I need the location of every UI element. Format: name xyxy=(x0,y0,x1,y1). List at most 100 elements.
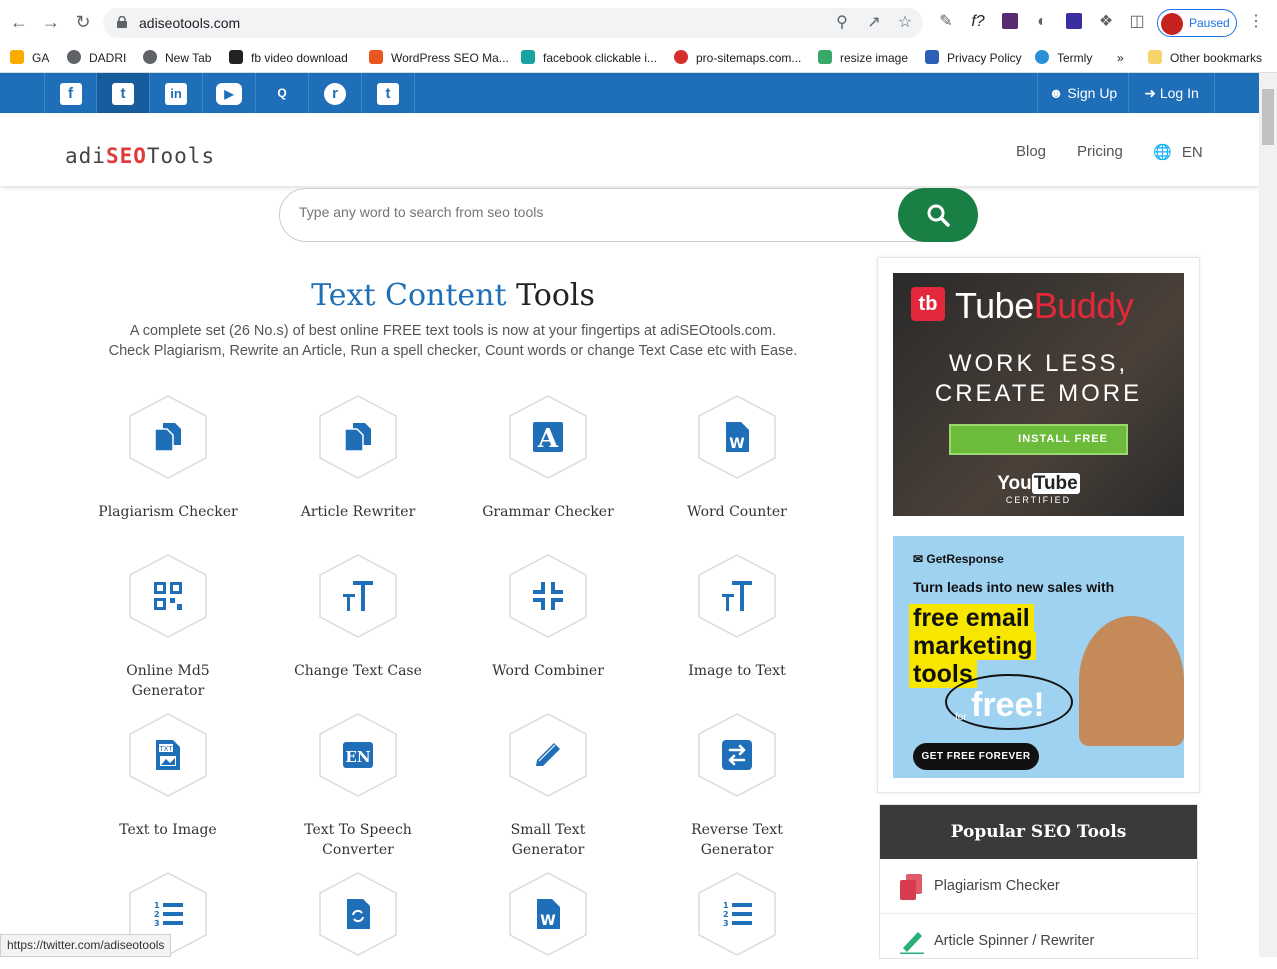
profile-button[interactable]: Paused xyxy=(1157,9,1237,37)
getresponse-for: for xyxy=(955,712,967,723)
tool-card[interactable]: Change Text Case xyxy=(288,553,428,681)
popular-item[interactable]: Article Spinner / Rewriter xyxy=(880,914,1197,969)
bookmark-new-tab[interactable]: New Tab xyxy=(143,48,211,68)
site-logo[interactable]: adiSEOTools xyxy=(65,144,215,168)
getresponse-cta-button[interactable]: GET FREE FOREVER xyxy=(913,743,1039,770)
tool-card[interactable] xyxy=(288,871,428,957)
tool-card[interactable]: Small Text Generator xyxy=(478,712,618,860)
tool-label: Small Text Generator xyxy=(510,822,586,858)
tool-hexagon xyxy=(507,553,589,639)
extension-ad-icon[interactable] xyxy=(1001,13,1019,31)
tool-card[interactable]: EN Text To Speech Converter xyxy=(288,712,428,860)
extension-font-icon[interactable]: f? xyxy=(969,13,987,31)
back-icon[interactable]: ← xyxy=(8,11,30,33)
tool-hexagon: W xyxy=(507,871,589,957)
scrollbar-thumb[interactable] xyxy=(1262,89,1274,145)
tool-card[interactable]: Online Md5 Generator xyxy=(98,553,238,701)
popular-tools-title: Popular SEO Tools xyxy=(880,805,1197,859)
puzzle-icon[interactable]: ❖ xyxy=(1097,13,1115,31)
nav-blog[interactable]: Blog xyxy=(1016,143,1046,160)
tool-hexagon xyxy=(317,553,399,639)
search-input[interactable] xyxy=(299,204,859,220)
address-bar[interactable]: adiseotools.com ⚲ ↗ ☆ xyxy=(103,8,923,38)
tool-card[interactable]: Plagiarism Checker xyxy=(98,394,238,522)
tool-hexagon: A xyxy=(507,394,589,480)
facebook-link[interactable]: f xyxy=(44,73,97,113)
bookmarks-overflow[interactable]: » xyxy=(1117,48,1124,68)
nav-language[interactable]: 🌐 EN xyxy=(1153,143,1203,161)
svg-text:W: W xyxy=(729,436,744,452)
svg-text:1: 1 xyxy=(154,901,160,910)
nav-pricing[interactable]: Pricing xyxy=(1077,143,1123,160)
svg-text:EN: EN xyxy=(345,748,370,766)
menu-icon[interactable]: ⋮ xyxy=(1247,13,1265,31)
tumblr-icon: t xyxy=(377,83,399,106)
tool-label: Online Md5 Generator xyxy=(126,663,210,699)
tubebuddy-ad[interactable]: tb TubeBuddy WORK LESS, CREATE MORE INSTA… xyxy=(893,273,1184,516)
tubebuddy-logo-icon: tb xyxy=(911,287,945,321)
social-bar: f t in ▶ Q r t ☻ Sign Up ➜ Log In xyxy=(0,73,1259,113)
tool-label: Word Counter xyxy=(687,504,787,520)
scrollbar[interactable] xyxy=(1259,73,1277,957)
getresponse-ad[interactable]: ✉ GetResponse Turn leads into new sales … xyxy=(893,536,1184,778)
forward-icon[interactable]: → xyxy=(40,11,62,33)
bookmark-dadri[interactable]: DADRI xyxy=(67,48,126,68)
word-doc-icon: W xyxy=(533,898,563,930)
avatar xyxy=(1161,13,1183,35)
youtube-link[interactable]: ▶ xyxy=(203,73,256,113)
tool-label: Reverse Text Generator xyxy=(691,822,783,858)
tool-card[interactable]: Reverse Text Generator xyxy=(667,712,807,860)
bookmark-ga[interactable]: GA xyxy=(10,48,49,68)
copy-icon xyxy=(900,874,922,900)
bookmark-other[interactable]: Other bookmarks xyxy=(1148,48,1262,68)
tool-hexagon xyxy=(507,712,589,798)
tool-hexagon: W xyxy=(696,394,778,480)
search-button[interactable] xyxy=(898,188,978,242)
bookmark-facebook-clickable[interactable]: facebook clickable i... xyxy=(521,48,657,68)
extension-moon-icon[interactable]: ◐ xyxy=(1033,13,1051,31)
getresponse-brand: ✉ GetResponse xyxy=(913,552,1004,566)
tool-card[interactable]: A Grammar Checker xyxy=(478,394,618,522)
tool-card[interactable]: W Word Counter xyxy=(667,394,807,522)
key-icon[interactable]: ⚲ xyxy=(833,14,851,32)
side-panel-icon[interactable]: ◫ xyxy=(1128,13,1146,31)
ordered-list-icon: 123 xyxy=(153,898,183,930)
tool-card[interactable]: 123 xyxy=(667,871,807,957)
lock-icon xyxy=(117,16,127,28)
tool-label: Article Rewriter xyxy=(300,504,416,520)
reddit-icon: r xyxy=(324,83,346,106)
star-icon[interactable]: ☆ xyxy=(896,14,914,32)
tool-card[interactable]: W xyxy=(478,871,618,957)
login-link[interactable]: ➜ Log In xyxy=(1128,73,1215,113)
bookmark-wordpress-seo[interactable]: WordPress SEO Ma... xyxy=(369,48,509,68)
tool-card[interactable]: Article Rewriter xyxy=(288,394,428,522)
twitter-link[interactable]: t xyxy=(97,73,150,113)
tool-card[interactable]: Word Combiner xyxy=(478,553,618,681)
bookmark-pro-sitemaps[interactable]: pro-sitemaps.com... xyxy=(674,48,801,68)
signup-link[interactable]: ☻ Sign Up xyxy=(1037,73,1128,113)
tumblr-link[interactable]: t xyxy=(362,73,415,113)
tubebuddy-install-button[interactable]: INSTALL FREE xyxy=(949,424,1128,455)
bookmark-privacy-policy[interactable]: Privacy Policy xyxy=(925,48,1022,68)
tool-card[interactable]: TXT Text to Image xyxy=(98,712,238,840)
reddit-link[interactable]: r xyxy=(309,73,362,113)
exchange-icon xyxy=(722,739,752,771)
bookmark-resize-image[interactable]: resize image xyxy=(818,48,908,68)
linkedin-link[interactable]: in xyxy=(150,73,203,113)
popular-tools-panel: Popular SEO Tools Plagiarism Checker Art… xyxy=(879,804,1198,959)
bookmark-fb-video[interactable]: fb video download xyxy=(229,48,348,68)
share-icon[interactable]: ↗ xyxy=(865,14,883,32)
reload-icon[interactable]: ↻ xyxy=(72,11,94,33)
bookmark-termly[interactable]: Termly xyxy=(1035,48,1092,68)
tool-hexagon: EN xyxy=(317,712,399,798)
popular-item[interactable]: Plagiarism Checker xyxy=(880,859,1197,914)
quora-link[interactable]: Q xyxy=(256,73,309,113)
tool-label: Grammar Checker xyxy=(482,504,614,520)
getresponse-headline: Turn leads into new sales with xyxy=(913,579,1115,595)
tool-hexagon xyxy=(317,871,399,957)
extension-chart-icon[interactable] xyxy=(1065,13,1083,31)
pencil-icon xyxy=(533,739,563,771)
page-title: Text Content Tools xyxy=(311,278,595,313)
extension-eyedropper-icon[interactable]: ✎ xyxy=(937,13,955,31)
tool-card[interactable]: Image to Text xyxy=(667,553,807,681)
